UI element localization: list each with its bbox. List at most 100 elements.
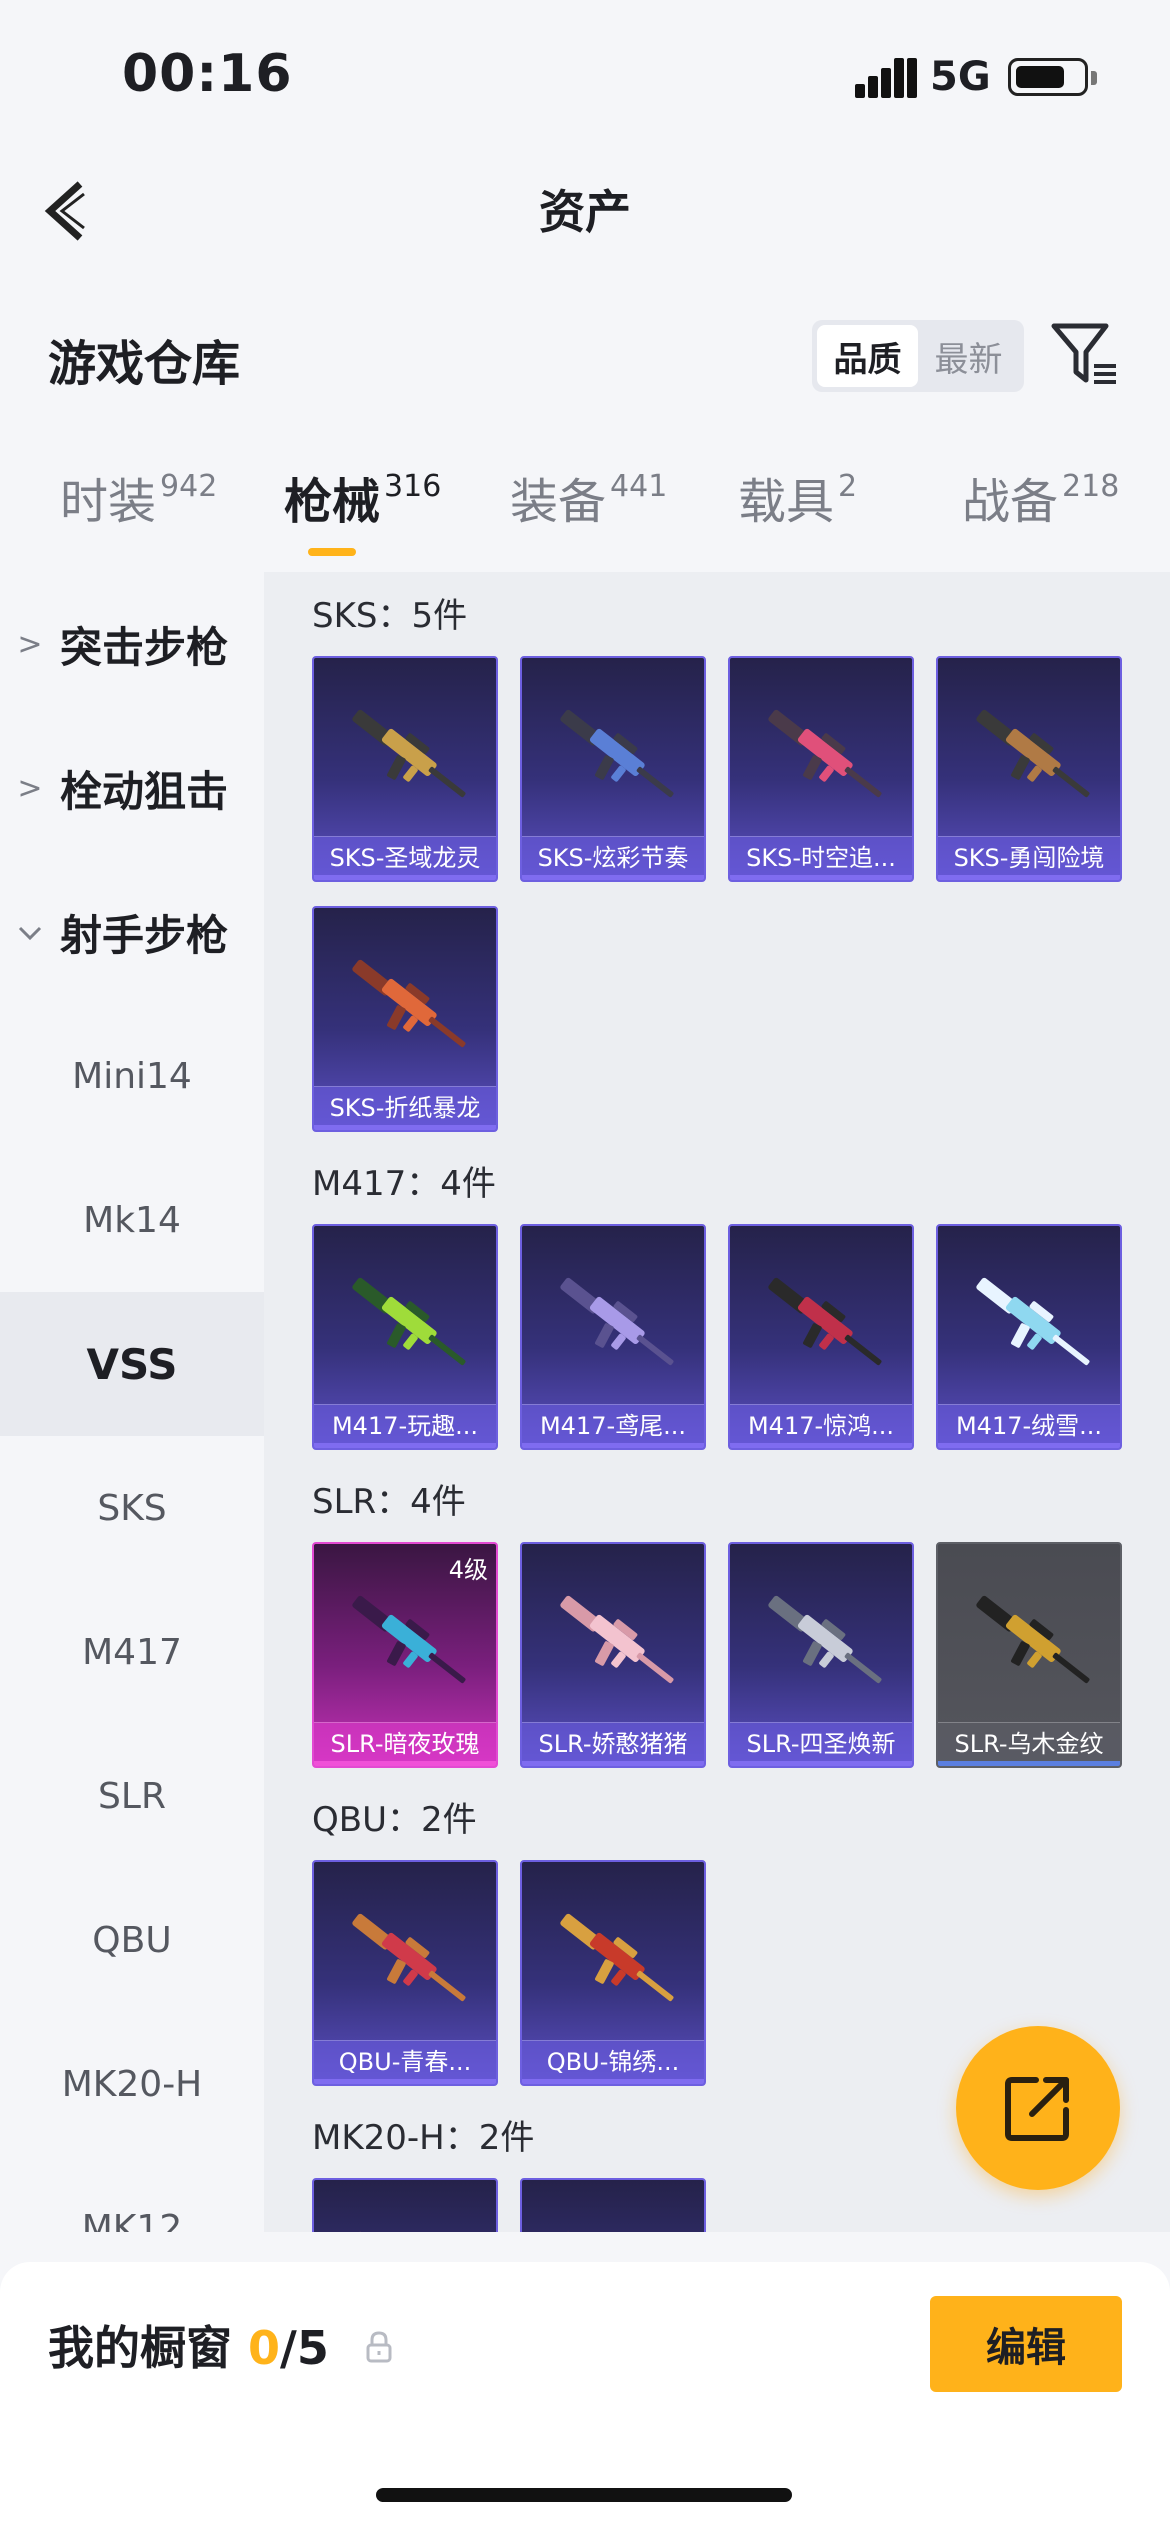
rifle-icon — [976, 1277, 1090, 1366]
skin-name: QBU-青春... — [314, 2040, 496, 2084]
rifle-icon — [560, 1913, 674, 2002]
sidebar-cat-bolt-sniper[interactable]: > 栓动狙击 — [0, 716, 264, 860]
tab-equipment[interactable]: 装备 441 — [510, 462, 667, 532]
skin-card[interactable]: SKS-勇闯险境 — [936, 656, 1122, 882]
page-title: 资产 — [539, 185, 631, 239]
skin-card[interactable]: QBU-锦绣... — [520, 1860, 706, 2086]
nav-header: 资产 — [0, 150, 1170, 270]
skin-card[interactable]: SLR-四圣焕新 — [728, 1542, 914, 1768]
rifle-icon — [560, 1277, 674, 1366]
skin-name: SKS-炫彩节奏 — [522, 836, 704, 880]
skin-card[interactable] — [312, 2178, 498, 2232]
edit-button[interactable]: 编辑 — [930, 2296, 1122, 2392]
sidebar-item-sks[interactable]: SKS — [0, 1436, 264, 1580]
sidebar-item-mk14[interactable]: Mk14 — [0, 1148, 264, 1292]
category-tabs: 时装 942 枪械 316 装备 441 载具 2 战备 218 — [0, 462, 1170, 572]
lock-icon — [366, 2331, 392, 2363]
tab-fashion[interactable]: 时装 942 — [60, 462, 217, 532]
rifle-icon — [560, 1595, 674, 1684]
sidebar-cat-assault-rifle[interactable]: > 突击步枪 — [0, 572, 264, 716]
skin-card[interactable]: QBU-青春... — [312, 1860, 498, 2086]
skin-name: M417-鸢尾... — [522, 1404, 704, 1448]
skin-name: QBU-锦绣... — [522, 2040, 704, 2084]
section-title-mk20h: MK20-H：2件 — [312, 2118, 535, 2158]
skin-card[interactable]: SKS-圣域龙灵 — [312, 656, 498, 882]
tab-battle-gear[interactable]: 战备 218 — [962, 462, 1119, 532]
skin-card[interactable]: 4级 SLR-暗夜玫瑰 — [312, 1542, 498, 1768]
sidebar-cat-dmr[interactable]: 射手步枪 — [0, 860, 264, 1004]
rifle-icon — [976, 709, 1090, 798]
tab-label: 枪械 — [284, 474, 381, 530]
chevron-right-icon: > — [17, 770, 43, 806]
showcase-title: 我的橱窗 — [48, 2321, 232, 2375]
skin-name: M417-惊鸿... — [730, 1404, 912, 1448]
skin-card[interactable]: SLR-乌木金纹 — [936, 1542, 1122, 1768]
share-fab-button[interactable] — [956, 2026, 1120, 2190]
rifle-icon — [560, 709, 674, 798]
chevron-down-icon — [0, 915, 60, 950]
skin-name: SLR-暗夜玫瑰 — [314, 1722, 496, 1766]
sidebar-item-mk20h[interactable]: MK20-H — [0, 2012, 264, 2156]
status-time: 00:16 — [122, 44, 293, 104]
chevron-right-icon: > — [17, 626, 43, 662]
rifle-icon — [768, 1595, 882, 1684]
sidebar-cat-label: 突击步枪 — [60, 622, 229, 672]
weapon-skin-list: SKS：5件 SKS-圣域龙灵 SKS-炫彩节奏 SKS-时空追... SKS-… — [264, 572, 1170, 2232]
status-bar: 00:16 5G — [0, 0, 1170, 150]
rifle-icon — [768, 709, 882, 798]
home-indicator — [376, 2488, 792, 2502]
skin-card[interactable]: M417-惊鸿... — [728, 1224, 914, 1450]
battery-icon — [1008, 58, 1097, 96]
warehouse-title: 游戏仓库 — [48, 336, 241, 392]
tab-vehicles[interactable]: 载具 2 — [738, 462, 857, 532]
tab-label: 载具 — [738, 474, 835, 530]
skin-name: M417-玩趣... — [314, 1404, 496, 1448]
network-type: 5G — [930, 54, 991, 100]
sidebar-item-slr[interactable]: SLR — [0, 1724, 264, 1868]
skin-card[interactable]: SKS-炫彩节奏 — [520, 656, 706, 882]
skin-card[interactable]: M417-玩趣... — [312, 1224, 498, 1450]
skin-card[interactable] — [520, 2178, 706, 2232]
skin-card[interactable]: SKS-时空追... — [728, 656, 914, 882]
sidebar-item-vss[interactable]: VSS — [0, 1292, 264, 1436]
skin-name: SKS-时空追... — [730, 836, 912, 880]
showcase-current-count: 0 — [248, 2321, 281, 2375]
sort-latest-button[interactable]: 最新 — [918, 325, 1019, 387]
tier-badge: 4级 — [448, 1556, 488, 1584]
section-title-m417: M417：4件 — [312, 1164, 496, 1204]
rifle-icon — [560, 2231, 602, 2232]
rifle-icon — [976, 1595, 1090, 1684]
tab-count: 2 — [838, 469, 858, 504]
section-title-sks: SKS：5件 — [312, 596, 468, 636]
skin-card[interactable]: SKS-折纸暴龙 — [312, 906, 498, 1132]
sidebar-item-m417[interactable]: M417 — [0, 1580, 264, 1724]
skin-name: SLR-娇憨猪猪 — [522, 1722, 704, 1766]
skin-card[interactable]: M417-鸢尾... — [520, 1224, 706, 1450]
tab-label: 战备 — [962, 474, 1059, 530]
sidebar-item-mk12[interactable]: MK12 — [0, 2156, 264, 2233]
sidebar-item-qbu[interactable]: QBU — [0, 1868, 264, 2012]
skin-card[interactable]: SLR-娇憨猪猪 — [520, 1542, 706, 1768]
rifle-icon — [352, 959, 466, 1048]
rifle-icon — [352, 2231, 394, 2232]
sidebar-item-mini14[interactable]: Mini14 — [0, 1004, 264, 1148]
filter-icon[interactable] — [1050, 322, 1120, 386]
showcase-bar: 我的橱窗 0/5 编辑 — [0, 2262, 1170, 2532]
skin-name: SKS-勇闯险境 — [938, 836, 1120, 880]
sidebar-cat-label: 射手步枪 — [60, 910, 229, 960]
skin-name: SLR-四圣焕新 — [730, 1722, 912, 1766]
signal-icon — [855, 58, 917, 98]
sort-segmented-control: 品质 最新 — [812, 320, 1024, 392]
tab-count: 218 — [1062, 469, 1120, 504]
tab-count: 942 — [160, 469, 218, 504]
skin-name: SKS-折纸暴龙 — [314, 1086, 496, 1130]
skin-card[interactable]: M417-绒雪... — [936, 1224, 1122, 1450]
section-title-qbu: QBU：2件 — [312, 1800, 477, 1840]
tab-count: 441 — [610, 469, 668, 504]
tab-count: 316 — [384, 469, 442, 504]
tab-firearms[interactable]: 枪械 316 — [284, 462, 441, 532]
section-title-slr: SLR：4件 — [312, 1482, 466, 1522]
active-tab-indicator — [308, 548, 356, 556]
showcase-label: 我的橱窗 0/5 — [48, 2312, 329, 2378]
sort-quality-button[interactable]: 品质 — [817, 325, 918, 387]
